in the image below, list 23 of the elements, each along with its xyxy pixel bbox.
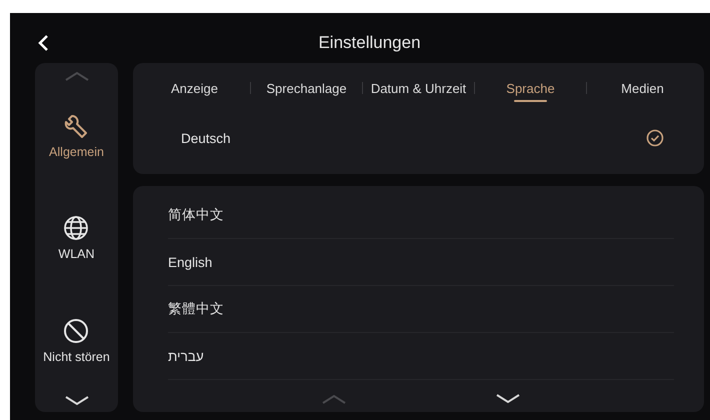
tab[interactable]: Sprechanlage <box>251 74 362 102</box>
screen-title: Einstellungen <box>318 33 421 52</box>
language-option[interactable]: 繁體中文 <box>168 286 674 333</box>
scroll-down-icon[interactable] <box>64 396 88 406</box>
sidebar-item-label: Nicht stören <box>43 350 110 364</box>
sidebar-item[interactable]: Nicht stören <box>43 318 110 364</box>
language-option[interactable]: 简体中文 <box>168 192 674 239</box>
tab[interactable]: Anzeige <box>139 74 250 102</box>
sidebar-item[interactable]: WLAN <box>58 215 95 262</box>
tab[interactable]: Medien <box>587 74 698 102</box>
current-language: Deutsch <box>181 130 231 146</box>
scroll-down-icon[interactable] <box>496 394 520 404</box>
back-icon[interactable] <box>37 34 51 52</box>
sidebar-item-label: Allgemein <box>49 145 104 160</box>
tab[interactable]: Sprache <box>475 74 586 102</box>
sidebar-item[interactable]: Allgemein <box>49 113 104 160</box>
sidebar-item-label: WLAN <box>58 247 95 262</box>
do-not-disturb-icon <box>63 318 90 344</box>
tab[interactable]: Datum & Uhrzeit <box>363 74 474 102</box>
language-option[interactable]: English <box>168 239 674 286</box>
language-option[interactable]: עברית <box>168 333 674 380</box>
wrench-icon <box>63 113 90 140</box>
globe-icon <box>63 215 90 242</box>
